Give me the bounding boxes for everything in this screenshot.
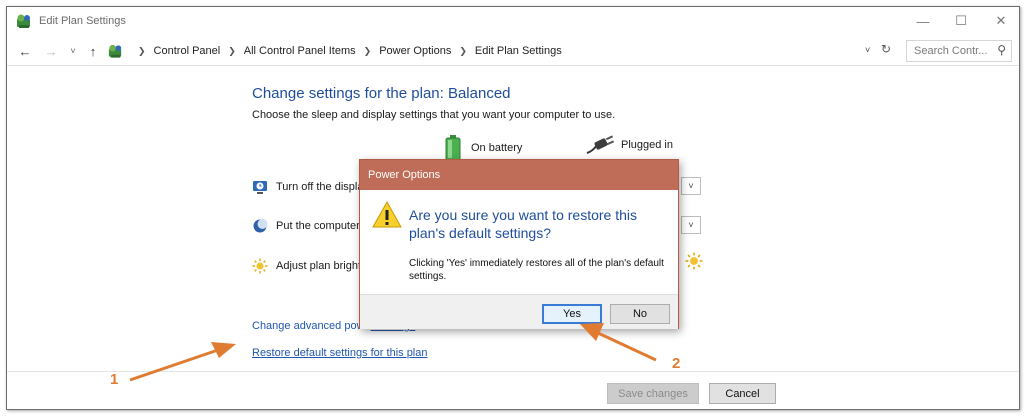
restore-default-settings-link[interactable]: Restore default settings for this plan [252, 347, 427, 359]
forward-arrow-icon[interactable]: → [43, 42, 59, 60]
setting-put-computer-to-sleep: Put the computer [252, 218, 360, 234]
annotation-number-1: 1 [110, 371, 119, 388]
close-button[interactable]: ✕ [981, 7, 1019, 35]
brightness-sun-icon [252, 258, 268, 274]
cancel-button[interactable]: Cancel [709, 383, 776, 404]
up-arrow-icon[interactable]: ↑ [85, 42, 101, 60]
window-title: Edit Plan Settings [39, 15, 126, 27]
column-plugged-in: Plugged in [585, 135, 673, 155]
setting-adjust-brightness-label: Adjust plan bright [276, 260, 361, 272]
monitor-clock-icon [253, 181, 267, 194]
sleep-plugged-in-dropdown-chevron-icon[interactable]: ˅ [681, 216, 701, 234]
breadcrumb-all-control-panel-items[interactable]: All Control Panel Items [244, 45, 356, 57]
breadcrumb-edit-plan-settings[interactable]: Edit Plan Settings [475, 45, 562, 57]
recent-locations-chevron-icon[interactable]: ˅ [65, 42, 81, 60]
yes-button[interactable]: Yes [542, 304, 602, 324]
search-placeholder: Search Contr... [914, 45, 988, 57]
battery-icon [445, 135, 461, 161]
title-bar: Edit Plan Settings — ☐ ✕ [7, 7, 1019, 37]
annotation-number-2: 2 [672, 355, 681, 372]
setting-adjust-brightness: Adjust plan bright [252, 258, 361, 274]
chevron-right-icon: ❯ [459, 45, 467, 56]
column-plugged-in-label: Plugged in [621, 139, 673, 151]
address-dropdown-chevron-icon[interactable]: ˅ [865, 45, 877, 57]
breadcrumb-control-panel[interactable]: Control Panel [154, 45, 221, 57]
search-input[interactable]: Search Contr... ⚲ [906, 40, 1012, 62]
search-icon[interactable]: ⚲ [997, 43, 1006, 57]
refresh-icon[interactable]: ↻ [881, 42, 895, 60]
column-on-battery-label: On battery [471, 142, 523, 154]
setting-turn-off-display: Turn off the displa [252, 179, 363, 195]
column-on-battery: On battery [445, 135, 522, 161]
chevron-right-icon: ❯ [363, 45, 372, 56]
save-changes-button[interactable]: Save changes [607, 383, 699, 404]
control-panel-icon [17, 14, 30, 28]
minimize-button[interactable]: — [903, 7, 943, 35]
dialog-question: Are you sure you want to restore this pl… [409, 207, 637, 241]
page-title: Change settings for the plan: Balanced [252, 85, 511, 102]
address-bar: ← → ˅ ↑ ❯ Control Panel ❯ All Control Pa… [7, 37, 1019, 65]
warning-icon [372, 201, 402, 228]
breadcrumb: ❯ Control Panel ❯ All Control Panel Item… [107, 42, 562, 60]
power-plug-icon [586, 135, 615, 154]
chevron-right-icon: ❯ [138, 45, 146, 56]
page-subtitle: Choose the sleep and display settings th… [252, 109, 616, 121]
edit-plan-settings-window: Edit Plan Settings — ☐ ✕ ← → ˅ ↑ ❯ Contr… [6, 6, 1020, 410]
brightness-sun-icon [685, 252, 703, 270]
breadcrumb-power-options[interactable]: Power Options [379, 45, 451, 57]
moon-icon [253, 219, 268, 233]
dialog-message: Clicking 'Yes' immediately restores all … [409, 258, 664, 282]
chevron-right-icon: ❯ [228, 45, 236, 56]
maximize-button[interactable]: ☐ [941, 7, 981, 35]
setting-put-computer-to-sleep-label: Put the computer [276, 220, 360, 232]
dialog-title: Power Options [360, 160, 678, 190]
back-arrow-icon[interactable]: ← [17, 42, 33, 60]
display-plugged-in-dropdown-chevron-icon[interactable]: ˅ [681, 177, 701, 195]
link-advanced-part1: Change advanced powe [252, 320, 371, 332]
no-button[interactable]: No [610, 304, 670, 324]
setting-turn-off-display-label: Turn off the displa [276, 181, 364, 193]
control-panel-icon [108, 44, 122, 58]
header-divider [7, 65, 1019, 66]
dialog-footer: Yes No [360, 294, 678, 329]
footer-divider [7, 371, 1019, 372]
power-options-dialog: Power Options Are you sure you want to r… [359, 159, 679, 329]
